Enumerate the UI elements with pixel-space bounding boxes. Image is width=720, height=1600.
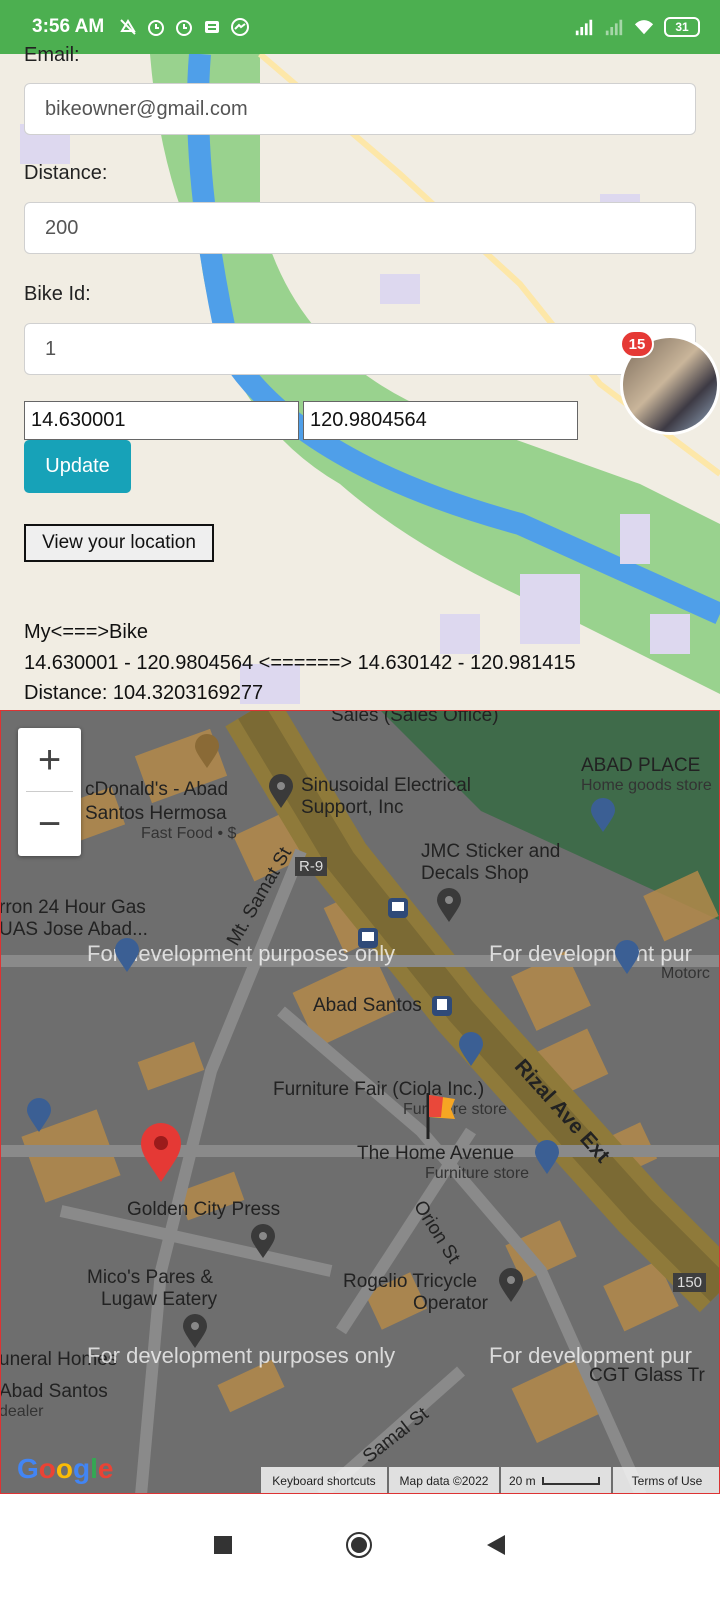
place-pin-icon[interactable]: [435, 887, 463, 928]
bus-stop-icon[interactable]: [357, 927, 379, 954]
place-pin-icon[interactable]: [181, 1313, 209, 1354]
restaurant-pin-icon[interactable]: [193, 733, 221, 774]
distance-field[interactable]: 200: [24, 202, 696, 254]
map-scale-bar: [541, 1477, 600, 1485]
poi-sales-office[interactable]: Sales (Sales Office): [331, 711, 499, 727]
gas-pin-icon[interactable]: [113, 937, 141, 978]
bike-id-field[interactable]: 1: [24, 323, 696, 375]
dev-watermark: For development pur: [489, 941, 692, 966]
alarm-icon: [174, 17, 194, 37]
poi-dealer: dealer: [0, 1403, 44, 1420]
poi-abad-place-sub: Home goods store: [581, 777, 712, 794]
poi-mcdonalds-line1[interactable]: cDonald's - Abad: [85, 779, 228, 801]
dev-watermark: For development purposes only: [87, 1343, 396, 1368]
shopping-pin-icon[interactable]: [589, 797, 617, 838]
terms-of-use-link[interactable]: Terms of Use: [613, 1467, 719, 1493]
shopping-pin-icon[interactable]: [25, 1097, 53, 1138]
map-view[interactable]: + − Sales (Sales Office) cDonald's - Aba…: [0, 710, 720, 1494]
home-circle-icon[interactable]: [345, 1531, 373, 1564]
shopping-pin-icon[interactable]: [533, 1139, 561, 1180]
poi-rogelio-line1[interactable]: Rogelio Tricycle: [343, 1271, 477, 1293]
dev-watermark: For development pur: [489, 1343, 692, 1368]
poi-abad-santos[interactable]: Abad Santos: [313, 995, 422, 1017]
signal-weak-icon: [604, 17, 624, 37]
map-scale: 20 m: [501, 1467, 611, 1493]
distance-label: Distance:: [24, 162, 108, 184]
place-pin-icon[interactable]: [249, 1223, 277, 1264]
poi-mcdonalds-sub: Fast Food • $: [141, 825, 237, 842]
poi-golden-city[interactable]: Golden City Press: [127, 1199, 280, 1221]
poi-micos-line1[interactable]: Mico's Pares &: [87, 1267, 213, 1289]
train-station-icon[interactable]: [431, 995, 453, 1022]
place-pin-icon[interactable]: [267, 773, 295, 814]
chat-head-badge: 15: [620, 330, 654, 358]
zoom-control: + −: [18, 728, 81, 856]
battery-icon: 31: [664, 17, 700, 37]
google-logo: Google: [17, 1453, 114, 1484]
bike-id-label: Bike Id:: [24, 283, 91, 305]
poi-micos-line2[interactable]: Lugaw Eatery: [101, 1289, 217, 1311]
alarm-icon: [146, 17, 166, 37]
bike-location-flag-icon[interactable]: [425, 1091, 459, 1146]
longitude-input[interactable]: 120.9804564: [303, 401, 578, 440]
status-time: 3:56 AM: [32, 16, 105, 37]
poi-motorc[interactable]: Motorc: [661, 965, 710, 983]
recents-square-icon[interactable]: [213, 1535, 233, 1560]
zoom-out-button[interactable]: −: [18, 792, 81, 856]
email-label: Email:: [24, 44, 80, 66]
view-location-button[interactable]: View your location: [24, 524, 214, 562]
place-pin-icon[interactable]: [497, 1267, 525, 1308]
poi-sinusoidal-line1[interactable]: Sinusoidal Electrical: [301, 775, 471, 797]
email-field[interactable]: bikeowner@gmail.com: [24, 83, 696, 135]
bus-stop-icon[interactable]: [387, 897, 409, 924]
poi-abad-place[interactable]: ABAD PLACE: [581, 755, 700, 777]
shopping-pin-icon[interactable]: [457, 1031, 485, 1072]
poi-home-avenue[interactable]: The Home Avenue: [357, 1143, 514, 1165]
info-distance: Distance: 104.3203169277: [24, 682, 264, 704]
poi-gas-line1[interactable]: rron 24 Hour Gas: [1, 897, 146, 919]
keyboard-shortcuts-link[interactable]: Keyboard shortcuts: [261, 1467, 387, 1493]
wifi-icon: [634, 17, 654, 37]
poi-sinusoidal-line2[interactable]: Support, Inc: [301, 797, 403, 819]
news-icon: [202, 17, 222, 37]
road-shield-150: 150: [673, 1273, 707, 1292]
info-heading: My<===>Bike: [24, 621, 148, 643]
update-button[interactable]: Update: [24, 440, 131, 493]
poi-home-avenue-sub: Furniture store: [425, 1165, 530, 1182]
poi-mcdonalds-line2[interactable]: Santos Hermosa: [85, 803, 227, 825]
zoom-in-button[interactable]: +: [18, 728, 81, 792]
signal-icon: [574, 17, 594, 37]
poi-jmc-line1[interactable]: JMC Sticker and: [421, 841, 560, 863]
do-not-disturb-icon: [118, 17, 138, 37]
navigation-bar: [0, 1494, 720, 1600]
poi-jmc-line2[interactable]: Decals Shop: [421, 863, 529, 885]
latitude-input[interactable]: 14.630001: [24, 401, 299, 440]
map-data-attribution: Map data ©2022: [389, 1467, 499, 1493]
map-scale-label: 20 m: [509, 1474, 536, 1488]
road-shield-r9: R-9: [295, 857, 328, 876]
poi-abad-santos-2[interactable]: Abad Santos: [1, 1381, 108, 1403]
messenger-icon: [230, 17, 250, 37]
shopping-pin-icon[interactable]: [613, 939, 641, 980]
status-bar: 3:56 AM 31: [0, 0, 720, 54]
zoom-divider: [26, 791, 73, 792]
back-triangle-icon[interactable]: [485, 1533, 507, 1562]
info-coords: 14.630001 - 120.9804564 <======> 14.6301…: [24, 652, 576, 674]
user-location-marker-icon[interactable]: [139, 1121, 183, 1188]
poi-rogelio-line2[interactable]: Operator: [413, 1293, 488, 1315]
